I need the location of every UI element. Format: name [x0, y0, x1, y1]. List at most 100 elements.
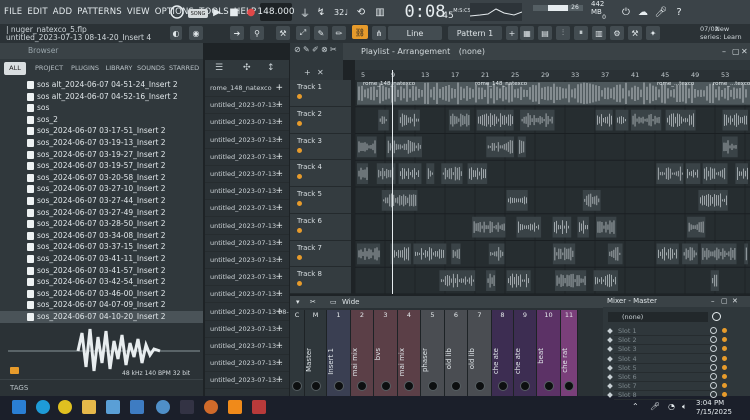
arrow-right-icon[interactable]: ➔ — [230, 26, 244, 40]
add-clip-icon[interactable]: + — [275, 355, 283, 371]
add-clip-icon[interactable]: + — [275, 114, 283, 130]
picker-clip-item[interactable]: untitled_2023-07-13... + — [205, 132, 289, 149]
mixer-strip[interactable]: 1 Insert 1 — [327, 310, 351, 396]
pencil-icon[interactable]: ✏ — [332, 26, 346, 40]
slot-mix-knob-icon[interactable] — [710, 354, 717, 362]
pattern-add-icon[interactable]: + — [506, 26, 518, 40]
track-enable-icon[interactable] — [297, 254, 302, 260]
settings-icon[interactable] — [156, 400, 170, 414]
power-icon[interactable]: ⏻ — [619, 3, 633, 21]
mixer-tool-icon[interactable]: ✂ — [310, 296, 316, 308]
remove-track-icon[interactable]: ✕ — [317, 68, 324, 77]
mixer-menu-icon[interactable]: ▾ — [296, 296, 300, 308]
clock-date[interactable]: 7/15/2025 — [696, 408, 732, 416]
track-header[interactable]: Track 4 — [290, 160, 351, 187]
app-icon[interactable] — [252, 400, 266, 414]
add-clip-icon[interactable]: + — [275, 97, 283, 113]
add-clip-icon[interactable]: + — [275, 80, 283, 96]
add-clip-icon[interactable]: + — [275, 149, 283, 165]
add-clip-icon[interactable]: + — [275, 235, 283, 251]
chart-icon[interactable] — [180, 400, 194, 414]
browser-file-item[interactable]: sos_2024-06-07 03-28-50_Insert 2 — [0, 218, 203, 230]
minimize-icon[interactable]: – — [722, 43, 726, 60]
browser-file-item[interactable]: sos_2024-06-07 03-34-08_Insert 2 — [0, 230, 203, 242]
step-rate[interactable]: 32♩ — [332, 3, 350, 21]
clip[interactable] — [476, 109, 514, 131]
cloud-icon[interactable]: ☁ — [636, 3, 650, 21]
stop-icon[interactable]: ■ — [228, 3, 240, 21]
clip[interactable] — [595, 109, 613, 131]
menu-file[interactable]: FILE — [4, 7, 22, 17]
add-clip-icon[interactable]: + — [275, 132, 283, 148]
pan-knob-icon[interactable] — [357, 381, 367, 391]
track-header[interactable]: Track 2 — [290, 107, 351, 134]
picker-list-icon[interactable]: ☰ — [215, 63, 223, 73]
browser-file-item[interactable]: sos_2024-06-07 03-41-57_Insert 2 — [0, 265, 203, 277]
menu-patterns[interactable]: PATTERNS — [77, 7, 122, 17]
loop-record-icon[interactable]: ⟲ — [354, 3, 368, 21]
picker-clip-item[interactable]: untitled_2023-07-13... + — [205, 166, 289, 183]
track-header[interactable]: Track 1 — [290, 80, 351, 107]
track-enable-icon[interactable] — [297, 147, 302, 153]
track-enable-icon[interactable] — [297, 94, 302, 99]
wait-icon[interactable]: ↯ — [314, 3, 328, 21]
picker-clip-item[interactable]: untitled_2023-07-13... + — [205, 200, 289, 218]
track-header[interactable]: Track 3 — [290, 134, 351, 161]
add-clip-icon[interactable]: + — [275, 200, 283, 216]
clip[interactable] — [656, 243, 679, 265]
slot-enable-icon[interactable] — [722, 374, 727, 379]
mixer-strip[interactable]: 9 che ate — [514, 310, 537, 396]
add-clip-icon[interactable]: + — [275, 338, 283, 354]
playlist-grid[interactable]: rome_148_natexco rome_148_natexco rome_...… — [354, 80, 750, 295]
tempo-display[interactable]: 148.000 — [257, 3, 295, 21]
menu-view[interactable]: VIEW — [127, 7, 150, 17]
tray-wifi-icon[interactable]: ◔ — [668, 402, 675, 411]
menu-edit[interactable]: EDIT — [27, 7, 47, 17]
pan-knob-icon[interactable] — [520, 381, 530, 391]
master-minimize-icon[interactable]: – — [711, 296, 715, 307]
picker-audio-icon[interactable]: ↕ — [267, 63, 275, 73]
play-icon[interactable]: ▶ — [211, 3, 223, 21]
track-header[interactable]: Track 8 — [290, 267, 351, 294]
snap-select[interactable]: Line — [388, 26, 442, 40]
time-ruler[interactable]: 5 9 13 17 21 25 29 33 37 41 45 49 53 — [355, 70, 750, 80]
playlist-scroll[interactable] — [355, 60, 750, 70]
pan-knob-icon[interactable] — [474, 381, 485, 391]
add-clip-icon[interactable]: + — [275, 166, 283, 182]
edge-icon[interactable] — [36, 400, 50, 414]
piano-roll-icon[interactable]: ▤ — [538, 26, 552, 40]
windows-start-icon[interactable] — [12, 400, 26, 414]
browser-file-item[interactable]: sos_2024-06-07 03-42-54_Insert 2 — [0, 276, 203, 288]
menu-add[interactable]: ADD — [53, 7, 73, 17]
add-clip-icon[interactable]: + — [275, 269, 283, 285]
mixer-strip[interactable]: 2 mai mix — [351, 310, 374, 396]
mixer-strip[interactable]: 3 bvs — [374, 310, 398, 396]
playlist-icon[interactable]: ▦ — [520, 26, 534, 40]
picker-clip-item[interactable]: untitled_2023-07-13... + — [205, 183, 289, 201]
master-preset-select[interactable]: (none) — [608, 312, 708, 322]
link-icon[interactable]: ⛓ — [352, 25, 368, 39]
pan-knob-icon[interactable] — [497, 381, 508, 391]
track-enable-icon[interactable] — [297, 281, 302, 287]
clip[interactable] — [555, 270, 587, 291]
bird-icon[interactable]: ✦ — [646, 26, 660, 40]
pan-knob-icon[interactable] — [333, 381, 344, 391]
track-header[interactable]: Track 6 — [290, 214, 351, 241]
slot-mix-knob-icon[interactable] — [710, 373, 717, 380]
picker-clip-item[interactable]: untitled_2023-07-13... + — [205, 355, 289, 373]
time-format-label[interactable]: M:S:CS — [453, 2, 471, 20]
mixer-strip[interactable]: 10 beat — [537, 310, 561, 396]
maximize-icon[interactable]: ▢ — [732, 43, 740, 60]
browser-file-item[interactable]: sos_2024-06-07 04-10-20_Insert 2 — [0, 311, 203, 323]
plugin-icon[interactable]: ⚙ — [610, 26, 624, 40]
blend-icon[interactable]: ▥ — [373, 3, 387, 21]
picker-clip-item[interactable]: untitled_2023-07-13... + — [205, 372, 289, 390]
knob-icon[interactable]: ◉ — [189, 26, 203, 40]
gallery-icon[interactable] — [130, 400, 144, 414]
pattern-select[interactable]: Pattern 1 — [448, 26, 502, 40]
browser-file-item[interactable]: sos_2 — [0, 114, 203, 126]
draw-icon[interactable]: ⚲ — [250, 26, 264, 40]
channel-rack-icon[interactable]: ⫶ — [556, 26, 570, 40]
mixer-strip[interactable]: 8 che ate — [492, 310, 514, 396]
browser-file-item[interactable]: sos_2024-06-07 03-19-27_Insert 2 — [0, 149, 203, 161]
